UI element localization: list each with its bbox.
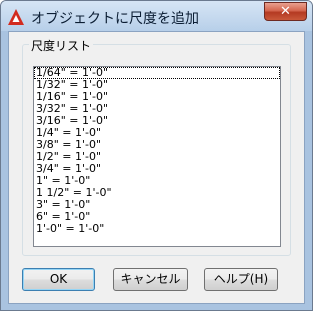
dialog-client-area: 尺度リスト 1/64" = 1'-0" 1/32" = 1'-0" 1/16" = … (8, 31, 305, 304)
scale-list-group: 尺度リスト 1/64" = 1'-0" 1/32" = 1'-0" 1/16" = … (22, 37, 291, 256)
title-bar[interactable]: オブジェクトに尺度を追加 ✕ (1, 1, 312, 31)
ok-button[interactable]: OK (22, 268, 95, 291)
dialog-window: オブジェクトに尺度を追加 ✕ 尺度リスト 1/64" = 1'-0" 1/32" … (0, 0, 313, 311)
cancel-button[interactable]: キャンセル (113, 268, 188, 291)
close-icon[interactable]: ✕ (264, 2, 307, 21)
scale-list-label: 尺度リスト (29, 37, 94, 54)
scale-list-item[interactable]: 1'-0" = 1'-0" (34, 223, 280, 235)
dialog-title: オブジェクトに尺度を追加 (31, 11, 199, 27)
autocad-app-icon[interactable] (7, 8, 25, 26)
scale-listbox[interactable]: 1/64" = 1'-0" 1/32" = 1'-0" 1/16" = 1'-0" 3… (33, 66, 281, 247)
help-button[interactable]: ヘルプ(H) (204, 268, 278, 291)
